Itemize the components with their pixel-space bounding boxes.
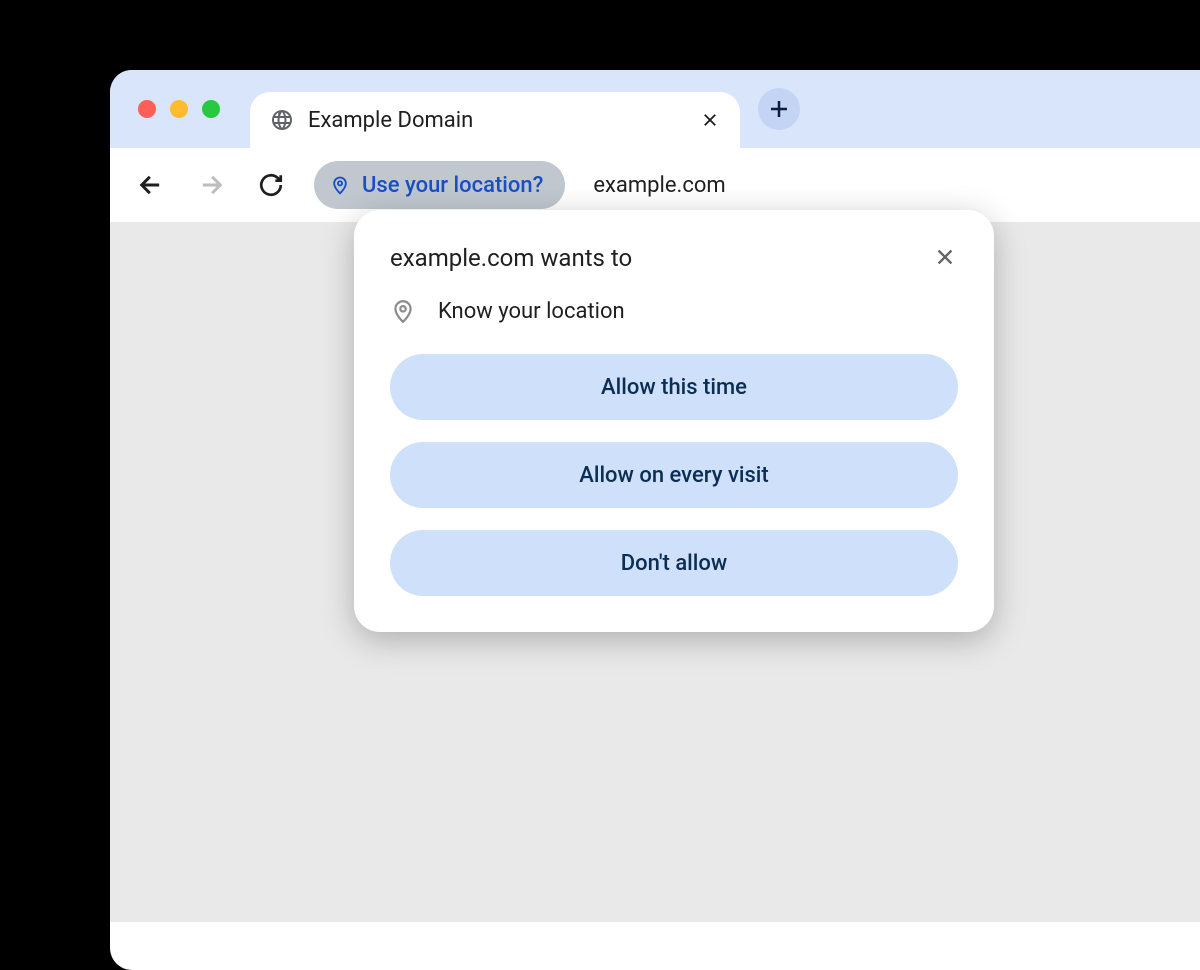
close-dialog-button[interactable] xyxy=(932,244,958,270)
permission-dialog: example.com wants to Know your location … xyxy=(354,210,994,632)
globe-icon xyxy=(270,108,294,132)
close-tab-button[interactable] xyxy=(700,110,720,130)
allow-once-button[interactable]: Allow this time xyxy=(390,354,958,420)
minimize-window-button[interactable] xyxy=(170,100,188,118)
location-pin-icon xyxy=(390,298,416,324)
reload-button[interactable] xyxy=(254,168,288,202)
forward-button[interactable] xyxy=(194,168,228,202)
new-tab-button[interactable] xyxy=(758,88,800,130)
dialog-request-row: Know your location xyxy=(390,298,958,324)
tab-title: Example Domain xyxy=(308,108,686,133)
browser-tab[interactable]: Example Domain xyxy=(250,92,740,148)
browser-window: Example Domain Use your location? xyxy=(110,70,1200,970)
window-controls xyxy=(138,100,220,118)
dialog-request-text: Know your location xyxy=(438,299,625,324)
permission-chip-label: Use your location? xyxy=(362,173,543,198)
deny-button[interactable]: Don't allow xyxy=(390,530,958,596)
dialog-header: example.com wants to xyxy=(390,244,958,272)
page-content: example.com wants to Know your location … xyxy=(110,222,1200,922)
tab-strip: Example Domain xyxy=(110,70,1200,148)
dialog-title: example.com wants to xyxy=(390,244,632,272)
dialog-buttons: Allow this time Allow on every visit Don… xyxy=(390,354,958,596)
location-permission-chip[interactable]: Use your location? xyxy=(314,161,565,209)
close-window-button[interactable] xyxy=(138,100,156,118)
address-bar[interactable]: Use your location? example.com xyxy=(314,161,1200,209)
location-pin-icon xyxy=(330,175,350,195)
allow-always-button[interactable]: Allow on every visit xyxy=(390,442,958,508)
maximize-window-button[interactable] xyxy=(202,100,220,118)
back-button[interactable] xyxy=(134,168,168,202)
url-display: example.com xyxy=(593,173,725,198)
